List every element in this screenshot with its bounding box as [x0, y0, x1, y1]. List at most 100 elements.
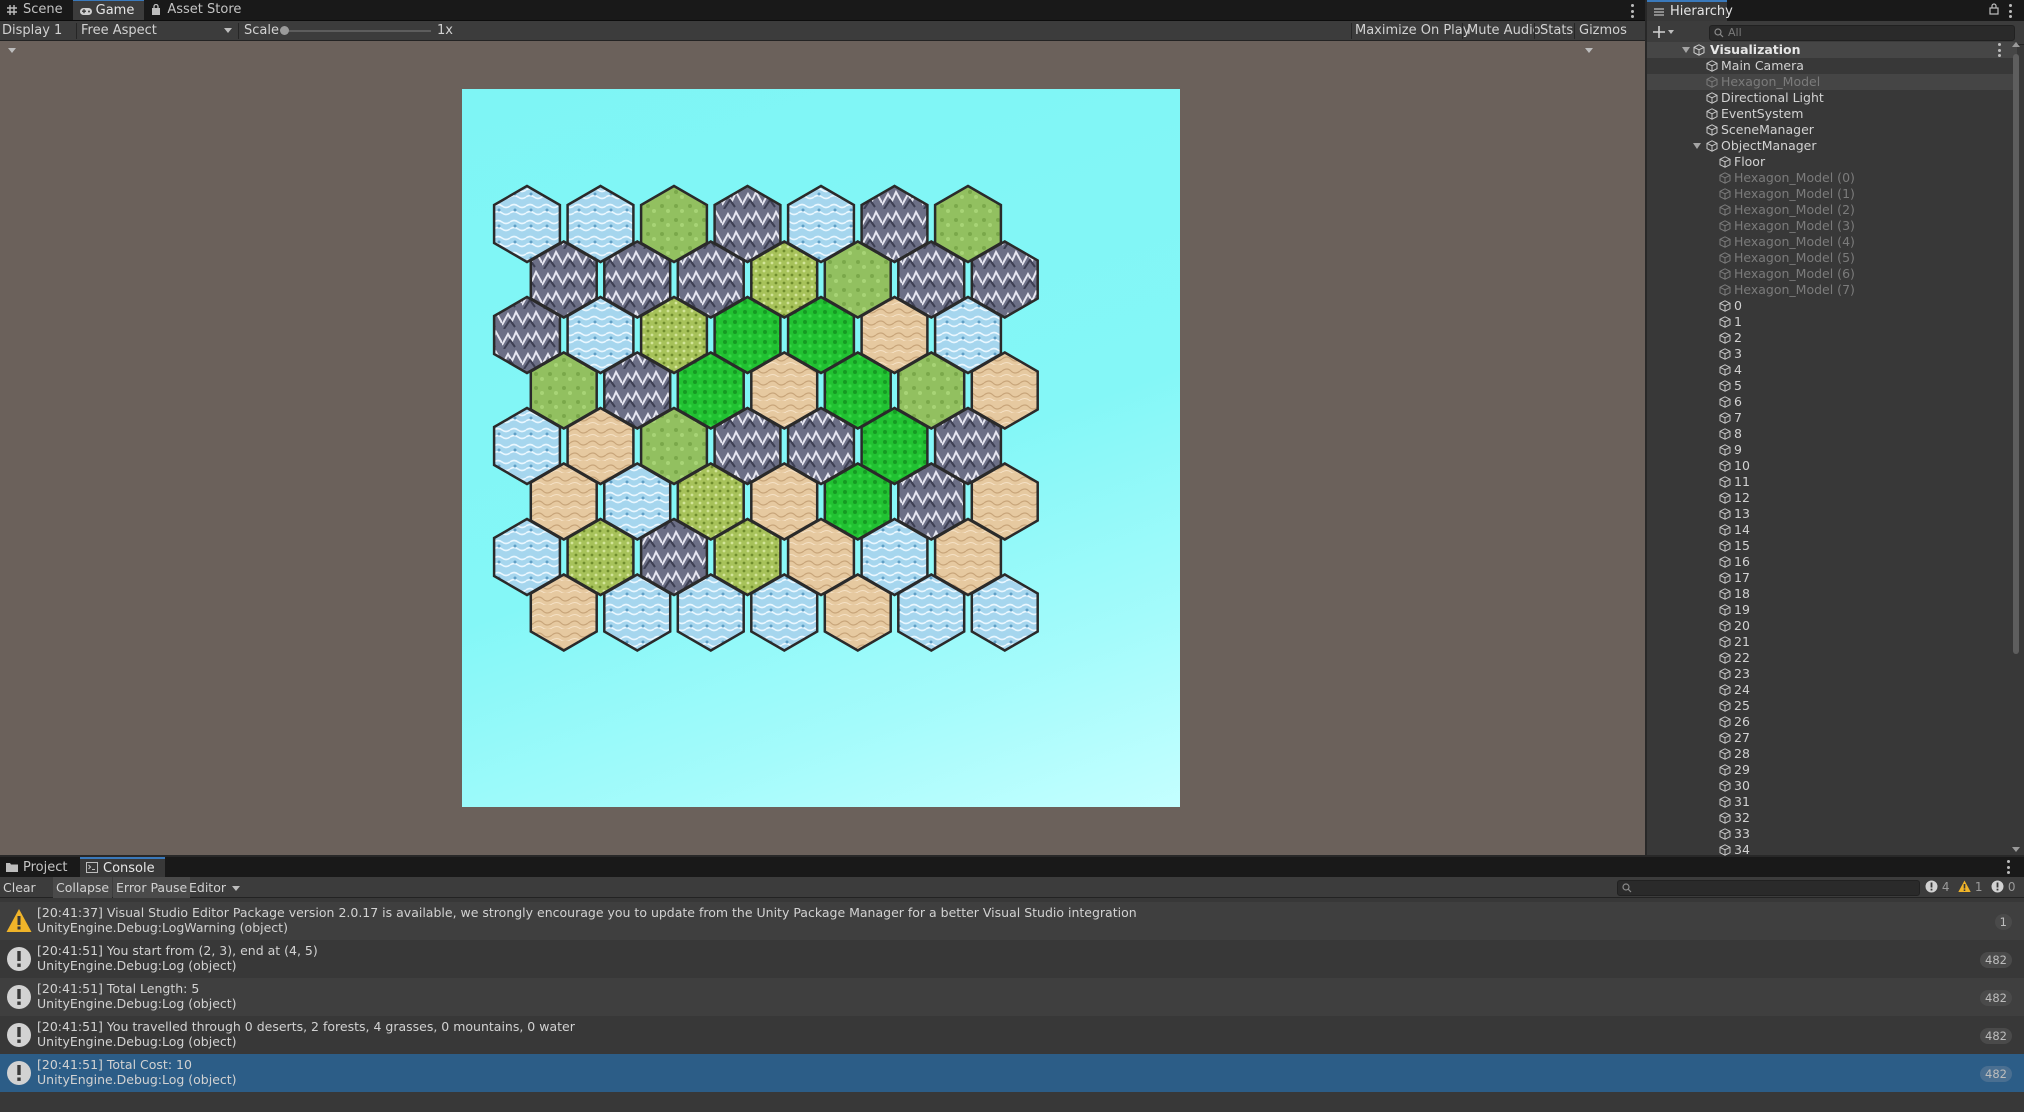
lock-icon[interactable] — [1989, 3, 1999, 19]
hierarchy-item-label: 22 — [1734, 650, 1750, 665]
hierarchy-item[interactable]: 24 — [1647, 682, 2017, 698]
gizmos-dropdown[interactable]: Gizmos — [1579, 21, 1641, 53]
maximize-on-play-toggle[interactable]: Maximize On Play — [1355, 21, 1470, 41]
hierarchy-item[interactable]: 15 — [1647, 538, 2017, 554]
console-log-entry[interactable]: [20:41:51] You start from (2, 3), end at… — [0, 940, 2024, 978]
hierarchy-item[interactable]: 9 — [1647, 442, 2017, 458]
hierarchy-item[interactable]: 31 — [1647, 794, 2017, 810]
console-log-entry[interactable]: [20:41:51] Total Length: 5 UnityEngine.De… — [0, 978, 2024, 1016]
collapse-toggle[interactable]: Collapse — [53, 877, 113, 898]
hierarchy-item[interactable]: 19 — [1647, 602, 2017, 618]
hierarchy-item[interactable]: Directional Light — [1647, 90, 2017, 106]
gameobject-icon — [1719, 380, 1731, 392]
hierarchy-item[interactable]: 26 — [1647, 714, 2017, 730]
hierarchy-item[interactable]: 22 — [1647, 650, 2017, 666]
hierarchy-item[interactable]: 34 — [1647, 842, 2017, 858]
hierarchy-item[interactable]: Main Camera — [1647, 58, 2017, 74]
editor-dropdown[interactable]: Editor — [186, 877, 243, 898]
hierarchy-item[interactable]: 20 — [1647, 618, 2017, 634]
hierarchy-item[interactable]: 2 — [1647, 330, 2017, 346]
hierarchy-item[interactable]: 6 — [1647, 394, 2017, 410]
console-search-input[interactable] — [1617, 880, 1920, 896]
hierarchy-item[interactable]: 11 — [1647, 474, 2017, 490]
clear-button[interactable]: Clear — [0, 877, 50, 912]
hierarchy-scene-root[interactable]: Visualization — [1647, 42, 2017, 58]
console-log-entry[interactable]: [20:41:51] You travelled through 0 deser… — [0, 1016, 2024, 1054]
tab-project[interactable]: Project — [0, 857, 77, 877]
hierarchy-item[interactable]: 1 — [1647, 314, 2017, 330]
hierarchy-item[interactable]: 27 — [1647, 730, 2017, 746]
hierarchy-item[interactable]: ObjectManager — [1647, 138, 2017, 154]
hierarchy-item[interactable]: Hexagon_Model (0) — [1647, 170, 2017, 186]
hierarchy-item[interactable]: Hexagon_Model — [1647, 74, 2017, 90]
hierarchy-item[interactable]: 25 — [1647, 698, 2017, 714]
hierarchy-item[interactable]: Hexagon_Model (3) — [1647, 218, 2017, 234]
log-stacktrace: UnityEngine.Debug:Log (object) — [37, 958, 237, 973]
error-pause-toggle[interactable]: Error Pause — [113, 877, 191, 898]
log-count-toggle[interactable]: 4 — [1925, 880, 1949, 895]
hierarchy-item[interactable]: Hexagon_Model (7) — [1647, 282, 2017, 298]
hierarchy-item[interactable]: 30 — [1647, 778, 2017, 794]
scroll-up-icon[interactable] — [2012, 42, 2020, 47]
hierarchy-item[interactable]: 28 — [1647, 746, 2017, 762]
hierarchy-item[interactable]: Hexagon_Model (6) — [1647, 266, 2017, 282]
chevron-down-icon[interactable] — [1693, 143, 1701, 149]
hierarchy-item[interactable]: 8 — [1647, 426, 2017, 442]
hierarchy-item[interactable]: 12 — [1647, 490, 2017, 506]
warning-count-toggle[interactable]: 1 — [1958, 880, 1982, 895]
scale-slider-thumb[interactable] — [280, 26, 289, 35]
chevron-down-icon[interactable] — [1682, 47, 1690, 53]
hierarchy-scroll-thumb[interactable] — [2013, 54, 2019, 654]
info-icon — [1925, 880, 1938, 893]
display-dropdown[interactable]: Display 1 — [2, 21, 74, 53]
hierarchy-item[interactable]: SceneManager — [1647, 122, 2017, 138]
hierarchy-item[interactable]: Hexagon_Model (4) — [1647, 234, 2017, 250]
tab-scene[interactable]: Scene — [0, 0, 73, 20]
hierarchy-item[interactable]: 16 — [1647, 554, 2017, 570]
console-menu-icon[interactable] — [2006, 860, 2010, 874]
hierarchy-item[interactable]: 33 — [1647, 826, 2017, 842]
tab-game[interactable]: Game — [72, 0, 145, 20]
console-log-entry[interactable]: [20:41:51] Total Cost: 10 UnityEngine.Deb… — [0, 1054, 2024, 1092]
hierarchy-item[interactable]: 5 — [1647, 378, 2017, 394]
hierarchy-item[interactable]: 32 — [1647, 810, 2017, 826]
hierarchy-item[interactable]: Hexagon_Model (2) — [1647, 202, 2017, 218]
hierarchy-item[interactable]: 0 — [1647, 298, 2017, 314]
hierarchy-scrollbar[interactable] — [2011, 42, 2021, 852]
hierarchy-item[interactable]: 23 — [1647, 666, 2017, 682]
hierarchy-item[interactable]: Hexagon_Model (5) — [1647, 250, 2017, 266]
hierarchy-item[interactable]: 10 — [1647, 458, 2017, 474]
scene-menu-icon[interactable] — [1997, 43, 2001, 57]
aspect-dropdown[interactable]: Free Aspect — [81, 21, 234, 41]
list-icon — [1653, 6, 1665, 18]
chevron-down-icon — [1585, 48, 1593, 53]
scale-slider[interactable] — [280, 26, 431, 35]
hierarchy-item[interactable]: 4 — [1647, 362, 2017, 378]
game-viewport[interactable] — [462, 89, 1180, 807]
game-panel-menu-icon[interactable] — [1630, 4, 1634, 18]
hierarchy-item[interactable]: 17 — [1647, 570, 2017, 586]
hierarchy-item[interactable]: EventSystem — [1647, 106, 2017, 122]
hierarchy-item[interactable]: Hexagon_Model (1) — [1647, 186, 2017, 202]
tab-asset-store[interactable]: Asset Store — [144, 0, 251, 20]
console-log-entry[interactable]: [20:41:37] Visual Studio Editor Package … — [0, 902, 2024, 940]
hierarchy-item[interactable]: 3 — [1647, 346, 2017, 362]
bag-icon — [150, 3, 162, 16]
hierarchy-item[interactable]: 18 — [1647, 586, 2017, 602]
hierarchy-menu-icon[interactable] — [2008, 4, 2012, 18]
stats-toggle[interactable]: Stats — [1540, 21, 1573, 41]
hierarchy-item[interactable]: 14 — [1647, 522, 2017, 538]
scroll-down-icon[interactable] — [2012, 847, 2020, 852]
add-icon[interactable] — [1653, 25, 1675, 43]
hierarchy-item[interactable]: 21 — [1647, 634, 2017, 650]
tab-hierarchy[interactable]: Hierarchy — [1647, 0, 1733, 21]
hierarchy-item[interactable]: 29 — [1647, 762, 2017, 778]
tab-console[interactable]: Console — [80, 857, 165, 877]
mute-audio-toggle[interactable]: Mute Audio — [1467, 21, 1541, 41]
console-icon — [86, 862, 98, 874]
hierarchy-item[interactable]: 13 — [1647, 506, 2017, 522]
error-count-toggle[interactable]: 0 — [1991, 880, 2015, 895]
hierarchy-search-input[interactable]: All — [1709, 25, 2015, 41]
hierarchy-item[interactable]: Floor — [1647, 154, 2017, 170]
hierarchy-item[interactable]: 7 — [1647, 410, 2017, 426]
